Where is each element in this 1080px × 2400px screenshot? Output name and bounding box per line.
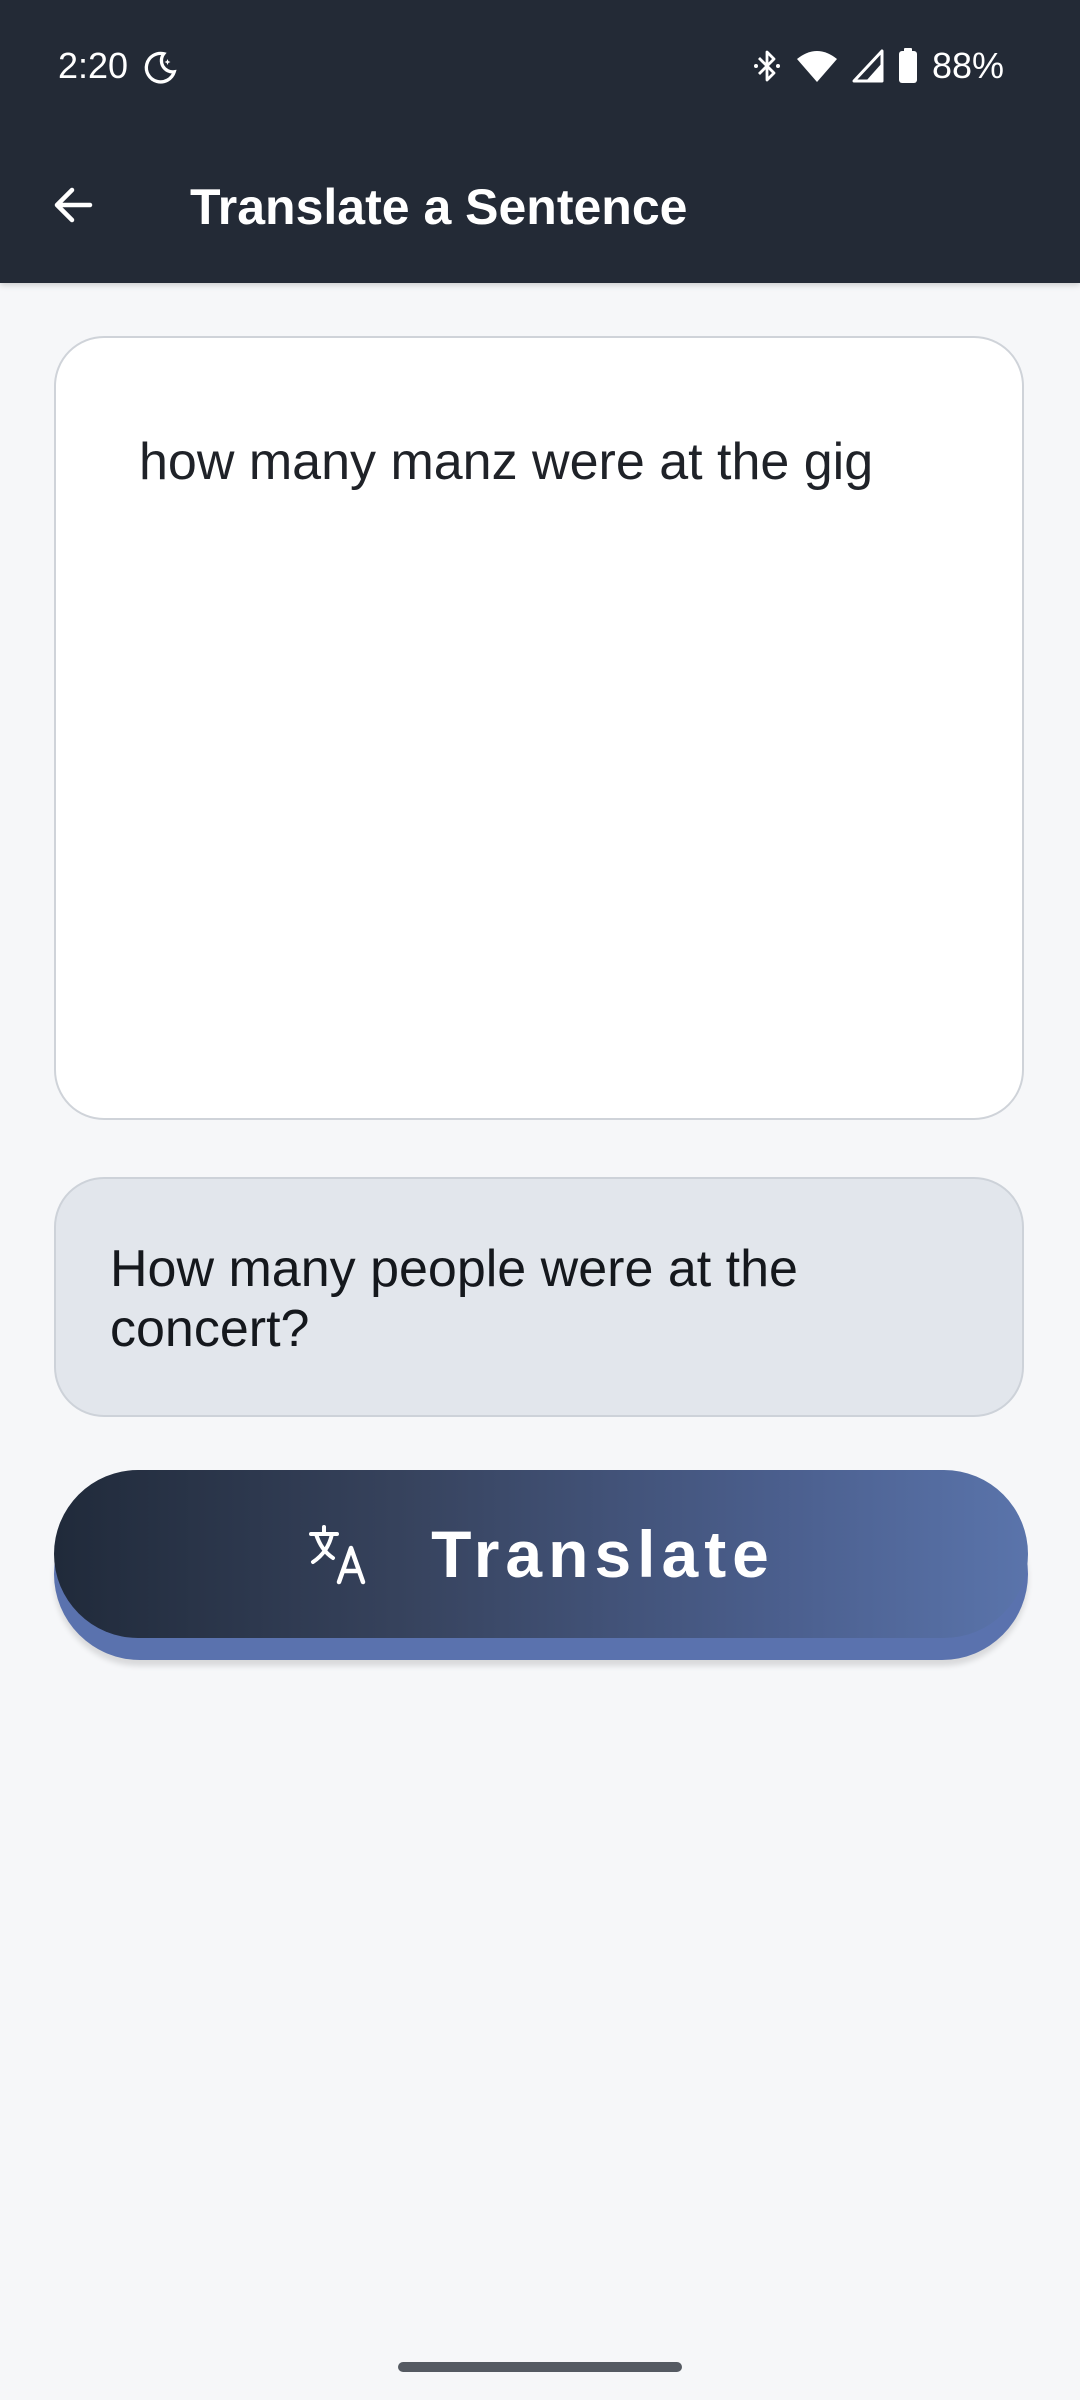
translate-icon (309, 1525, 366, 1585)
wifi-icon (796, 51, 837, 82)
sentence-input[interactable]: how many manz were at the gig (139, 430, 959, 494)
translate-button-label: Translate (431, 1517, 775, 1591)
cell-signal-icon (852, 49, 884, 83)
battery-icon (898, 48, 917, 83)
status-time: 2:20 (58, 45, 129, 86)
header: 2:20 88% Translate a Sentence (0, 0, 1080, 283)
moon-icon (144, 51, 177, 84)
screen: 2:20 88% Translate a Sentence how many m… (0, 0, 1080, 2400)
battery-percentage: 88% (931, 45, 1004, 86)
status-bar: 2:20 88% (0, 0, 1080, 135)
bluetooth-icon (753, 50, 780, 82)
sentence-input-card[interactable]: how many manz were at the gig (54, 336, 1024, 1120)
back-button[interactable] (40, 171, 108, 239)
status-icons: 88% (752, 44, 1004, 88)
arrow-left-icon (54, 187, 93, 223)
translation-output-card: How many people were at the concert? (54, 1177, 1024, 1417)
translate-button-wrapper: Translate (54, 1470, 1028, 1662)
home-indicator[interactable] (398, 2362, 682, 2372)
translation-output: How many people were at the concert? (110, 1240, 798, 1358)
translate-button[interactable]: Translate (54, 1470, 1028, 1638)
page-title: Translate a Sentence (190, 179, 688, 235)
app-bar: Translate a Sentence (0, 135, 1080, 283)
